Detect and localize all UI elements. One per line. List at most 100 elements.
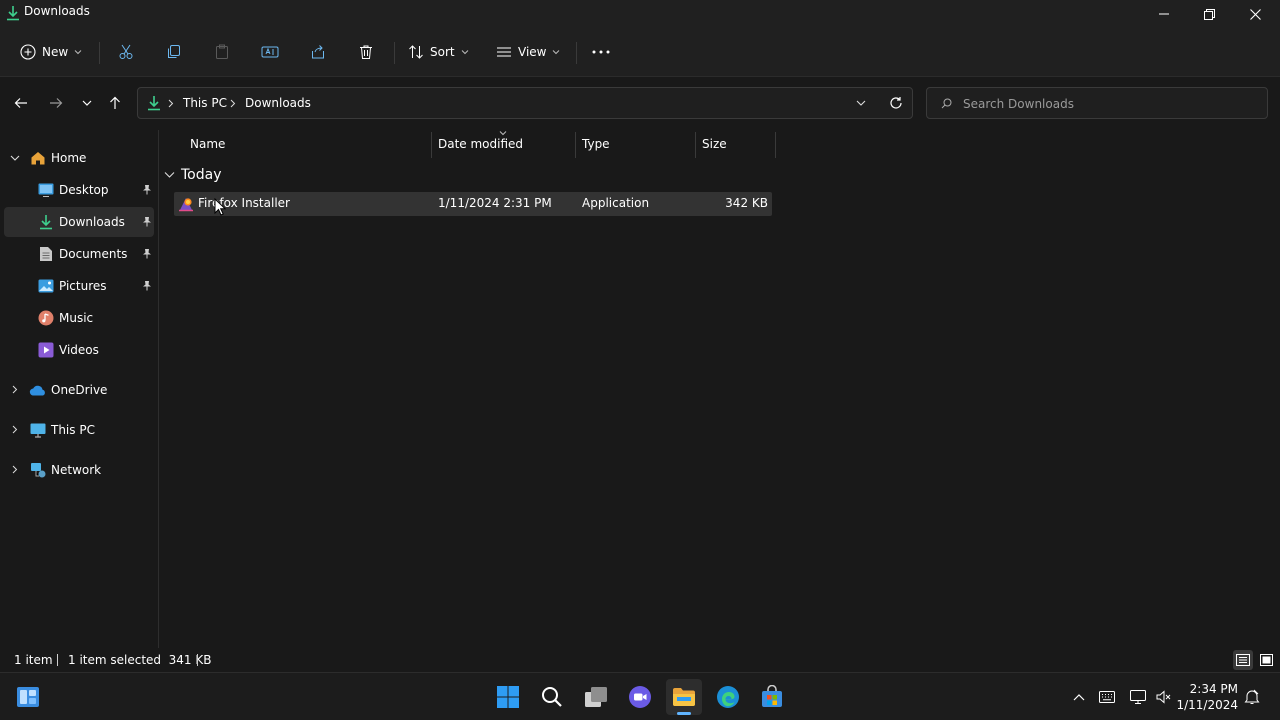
file-explorer-taskbar-button[interactable] [666,679,702,715]
chevron-right-icon[interactable] [12,385,18,394]
view-list-icon [496,44,512,60]
pin-icon[interactable] [142,184,152,195]
clock-time: 2:34 PM [1189,682,1238,696]
sidebar-item-music[interactable]: Music [4,303,154,333]
forward-button[interactable] [42,89,70,117]
minimize-icon [1159,9,1169,19]
widgets-icon [16,686,40,708]
toolbar-divider [99,42,100,64]
breadcrumb-this-pc[interactable]: This PC [183,96,227,110]
start-button[interactable] [490,679,526,715]
plus-circle-icon [20,44,36,60]
pane-divider[interactable] [158,130,159,648]
column-resize-handle[interactable] [575,132,576,158]
network-status-button[interactable] [1128,687,1148,707]
refresh-icon [889,96,903,110]
file-name[interactable]: Firefox Installer [198,196,290,210]
task-view-button[interactable] [578,679,614,715]
chevron-expanded-icon[interactable] [10,154,20,162]
computer-icon [30,423,46,438]
status-item-count: 1 item [14,653,53,667]
paste-icon [214,44,230,60]
notifications-button[interactable] [1242,687,1262,707]
copy-button[interactable] [158,36,190,68]
column-header-size[interactable]: Size [702,130,774,158]
refresh-button[interactable] [882,89,910,117]
sidebar-item-videos[interactable]: Videos [4,335,154,365]
sidebar-item-downloads[interactable]: Downloads [4,207,154,237]
back-button[interactable] [7,89,35,117]
sidebar-item-documents[interactable]: Documents [4,239,154,269]
active-app-indicator [677,712,691,715]
search-box[interactable] [926,87,1268,120]
group-header-today[interactable]: Today [164,164,222,186]
column-resize-handle[interactable] [695,132,696,158]
pin-icon[interactable] [142,216,152,227]
large-icons-view-icon [1259,654,1273,666]
cut-button[interactable] [110,36,142,68]
delete-button[interactable] [350,36,382,68]
rename-button[interactable] [254,36,286,68]
paste-button[interactable] [206,36,238,68]
column-resize-handle[interactable] [431,132,432,158]
address-history-chevron-icon[interactable] [856,99,866,107]
details-view-button[interactable] [1233,650,1253,670]
store-taskbar-button[interactable] [754,679,790,715]
up-button[interactable] [101,89,129,117]
folder-icon [672,687,696,707]
sidebar-item-label: Desktop [59,183,109,197]
sort-button[interactable]: Sort [406,36,478,68]
keyboard-icon [1099,691,1115,703]
sidebar-item-desktop[interactable]: Desktop [4,175,154,205]
search-icon [541,686,563,708]
breadcrumb-chevron-icon [168,99,174,108]
sidebar-item-onedrive[interactable]: OneDrive [4,375,154,405]
volume-button[interactable] [1154,687,1174,707]
chat-button[interactable] [622,679,658,715]
large-icons-view-button[interactable] [1256,650,1276,670]
edge-taskbar-button[interactable] [710,679,746,715]
minimize-button[interactable] [1141,0,1187,28]
close-button[interactable] [1232,0,1278,28]
chevron-right-icon[interactable] [12,425,18,434]
column-header-type[interactable]: Type [582,130,694,158]
breadcrumb-downloads[interactable]: Downloads [245,96,311,110]
desktop-icon [38,183,54,197]
view-button[interactable]: View [494,36,568,68]
sidebar-item-this-pc[interactable]: This PC [4,415,154,445]
chevron-right-icon[interactable] [12,465,18,474]
see-more-button[interactable] [585,36,617,68]
restore-button[interactable] [1186,0,1232,28]
new-button[interactable]: New [18,36,92,68]
sort-label: Sort [430,45,455,59]
address-bar[interactable]: This PC Downloads [137,87,913,119]
firefox-installer-icon [178,196,194,212]
keyboard-layout-button[interactable] [1097,687,1117,707]
status-bar: 1 item 1 item selected 341 KB [0,648,1280,672]
search-input[interactable] [961,88,1265,120]
chat-camera-icon [628,685,652,709]
chevron-down-icon [461,48,469,56]
show-hidden-icons-button[interactable] [1069,687,1089,707]
pin-icon[interactable] [142,248,152,259]
column-header-label: Date modified [438,137,524,151]
videos-icon [38,342,54,358]
search-taskbar-button[interactable] [534,679,570,715]
arrow-left-icon [14,97,28,109]
group-label: Today [181,167,222,183]
share-button[interactable] [302,36,334,68]
search-icon [941,98,952,109]
pin-icon[interactable] [142,280,152,291]
column-header-name[interactable]: Name [190,130,430,158]
recent-locations-button[interactable] [73,89,101,117]
taskbar-clock[interactable]: 2:34 PM 1/11/2024 [1176,681,1238,713]
widgets-button[interactable] [10,679,46,715]
sidebar-item-home[interactable]: Home [4,143,154,173]
file-row-firefox-installer[interactable]: Firefox Installer 1/11/2024 2:31 PM Appl… [174,192,772,216]
toolbar-divider [394,42,395,64]
network-monitor-icon [1130,690,1146,704]
column-resize-handle[interactable] [775,132,776,158]
sidebar-item-pictures[interactable]: Pictures [4,271,154,301]
download-icon [39,214,53,230]
sidebar-item-network[interactable]: Network [4,455,154,485]
